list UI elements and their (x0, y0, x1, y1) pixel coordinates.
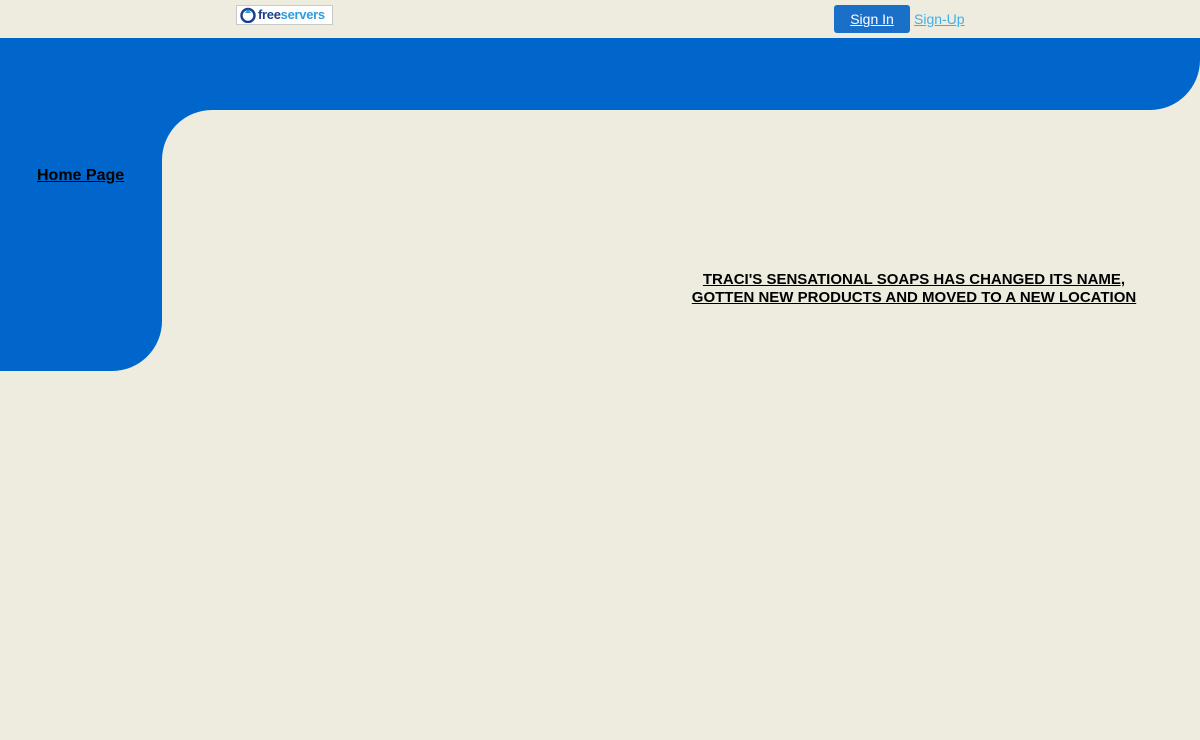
blue-frame-background (0, 38, 1200, 371)
sidebar-item-home-page[interactable]: Home Page (37, 167, 124, 185)
logo-text-servers: servers (280, 7, 325, 22)
sign-up-link[interactable]: Sign-Up (914, 11, 965, 27)
logo-text-free: free (258, 7, 281, 22)
freeservers-logo-icon (240, 7, 256, 23)
page-headline: TRACI'S SENSATIONAL SOAPS HAS CHANGED IT… (691, 271, 1137, 306)
top-bar: freeservers Sign In Sign-Up (0, 0, 1200, 38)
freeservers-logo[interactable]: freeservers (236, 5, 333, 25)
sign-in-button[interactable]: Sign In (834, 5, 910, 33)
logo-wordmark: freeservers (258, 7, 325, 23)
